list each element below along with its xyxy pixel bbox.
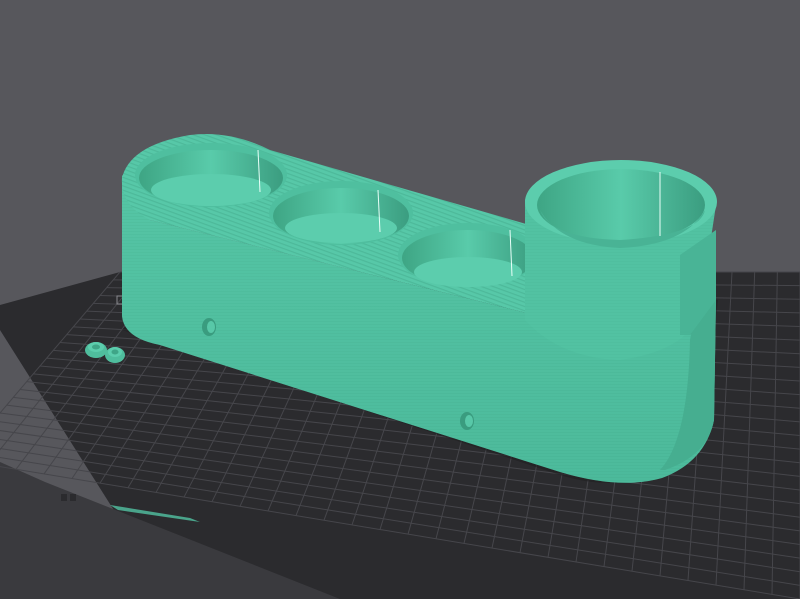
3d-viewport[interactable] (0, 0, 800, 599)
small-part[interactable] (105, 347, 125, 363)
small-part[interactable] (85, 342, 107, 358)
scene-canvas[interactable] (0, 0, 800, 599)
cup-hole (135, 143, 287, 207)
screw-hole (202, 318, 216, 336)
tall-cup (525, 160, 717, 360)
cup-hole (269, 181, 413, 245)
screw-hole (460, 412, 474, 430)
cup-hole (398, 223, 538, 287)
